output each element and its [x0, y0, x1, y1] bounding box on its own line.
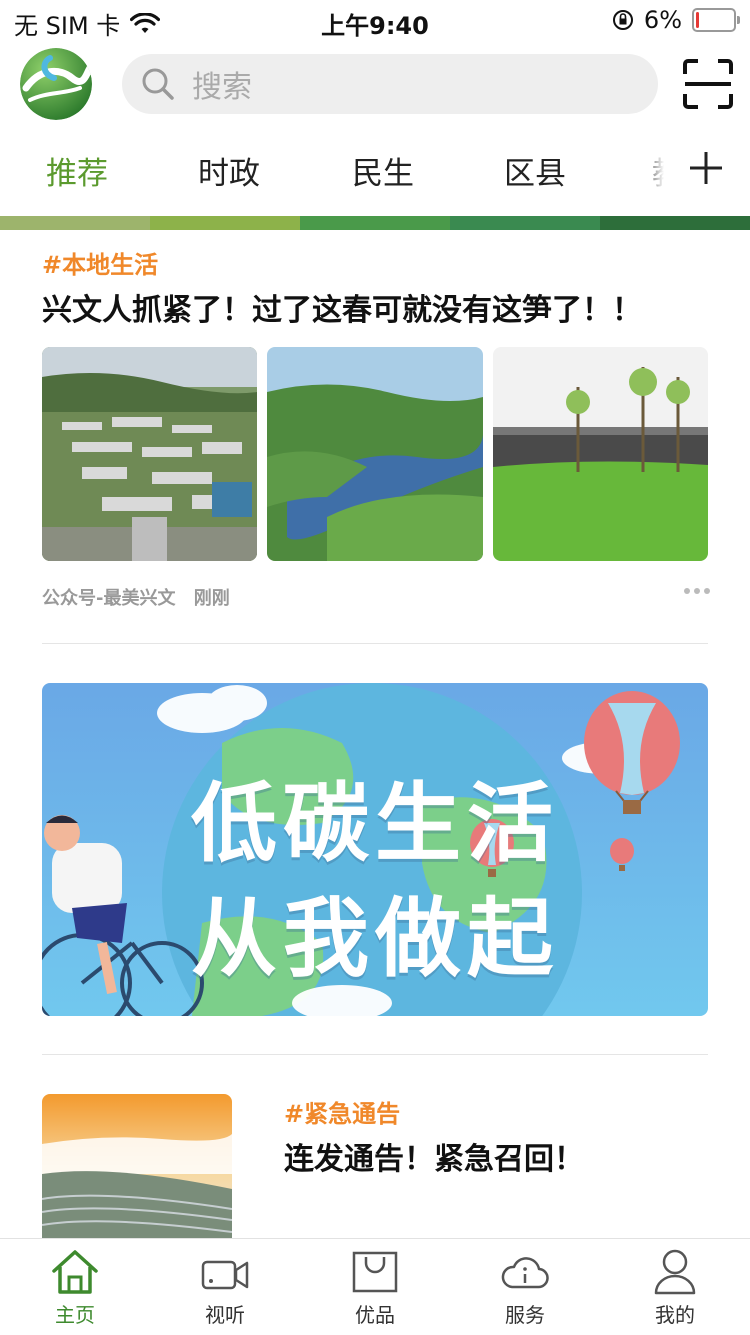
tab-color-bar — [0, 216, 750, 230]
banner-line-2: 从我做起 — [191, 889, 559, 989]
scan-icon[interactable] — [682, 58, 734, 110]
article-thumbnail[interactable] — [42, 347, 257, 561]
article-title[interactable]: 兴文人抓紧了！过了这春可就没有这笋了！！ — [42, 285, 642, 329]
plus-icon[interactable] — [686, 148, 726, 188]
tab-recommend[interactable]: 推荐 — [46, 148, 108, 193]
nav-label: 视听 — [205, 1303, 245, 1327]
search-placeholder: 搜索 — [192, 70, 252, 105]
nav-label: 主页 — [55, 1303, 95, 1327]
nav-label: 服务 — [505, 1303, 545, 1327]
divider — [42, 643, 708, 644]
video-icon — [201, 1260, 249, 1290]
nav-shop[interactable]: 优品 — [315, 1247, 435, 1328]
more-options-icon[interactable] — [684, 588, 712, 598]
article-thumbnail[interactable] — [42, 1094, 232, 1238]
nav-label: 我的 — [655, 1303, 695, 1327]
bottom-navigation: 主页 视听 优品 服务 我的 — [0, 1238, 750, 1335]
promo-banner[interactable]: 低碳生活 从我做起 — [42, 683, 708, 1016]
article-time: 刚刚 — [193, 588, 230, 609]
nav-home[interactable]: 主页 — [15, 1247, 135, 1328]
tab-districts[interactable]: 区县 — [504, 148, 566, 193]
search-input[interactable]: 搜索 — [122, 54, 658, 114]
divider — [42, 1054, 708, 1055]
category-tabs: 推荐 时政 民生 区县 教 — [0, 148, 750, 198]
app-logo[interactable] — [20, 48, 92, 120]
shopping-bag-icon — [352, 1251, 398, 1293]
user-icon — [654, 1249, 696, 1295]
article-source: 公众号-最美兴文 — [42, 588, 176, 609]
nav-profile[interactable]: 我的 — [615, 1247, 735, 1328]
article-thumbnail[interactable] — [267, 347, 483, 561]
nav-label: 优品 — [355, 1303, 395, 1327]
nav-video[interactable]: 视听 — [165, 1247, 285, 1328]
search-icon — [142, 68, 174, 100]
home-icon — [52, 1250, 98, 1294]
nav-service[interactable]: 服务 — [465, 1247, 585, 1328]
battery-icon — [692, 8, 740, 32]
article-thumbnail[interactable] — [493, 347, 708, 561]
battery-percent: 6% — [643, 6, 682, 34]
tab-politics[interactable]: 时政 — [198, 148, 260, 193]
article-tag[interactable]: #紧急通告 — [284, 1094, 400, 1129]
article-title[interactable]: 连发通告！紧急召回！ — [284, 1134, 584, 1178]
tab-fade — [640, 148, 680, 198]
orientation-lock-icon — [612, 10, 633, 30]
article-tag[interactable]: #本地生活 — [42, 245, 158, 280]
article-meta: 公众号-最美兴文 刚刚 — [42, 584, 230, 610]
cloud-info-icon — [501, 1257, 549, 1289]
status-bar: 无 SIM 卡 上午9:40 6% — [0, 0, 750, 40]
banner-line-1: 低碳生活 — [191, 774, 559, 874]
tab-livelihood[interactable]: 民生 — [352, 148, 414, 193]
